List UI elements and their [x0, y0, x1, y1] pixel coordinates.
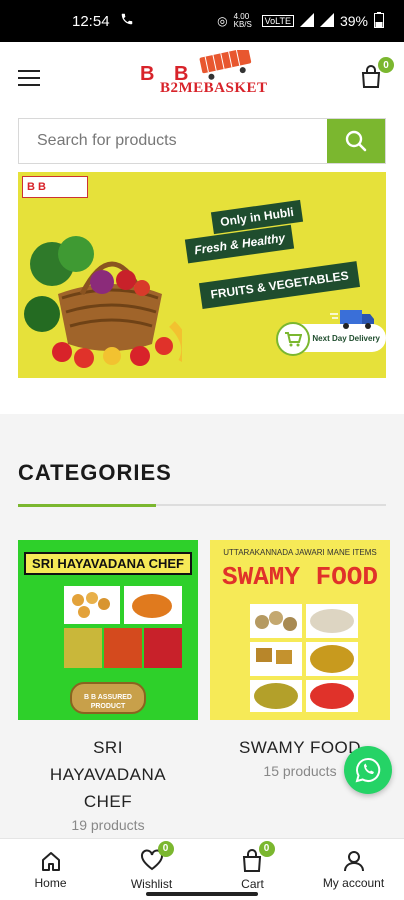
- whatsapp-icon: [355, 757, 381, 783]
- categories-heading: CATEGORIES: [18, 460, 172, 485]
- nav-cart-label: Cart: [241, 876, 264, 891]
- search-bar: [18, 118, 386, 164]
- volte-icon: VoLTE: [261, 15, 294, 27]
- nav-home-label: Home: [34, 875, 67, 890]
- vegetable-basket-image: [24, 236, 182, 368]
- signal-icon: [299, 12, 314, 30]
- hamburger-menu-icon[interactable]: [18, 70, 40, 86]
- system-home-indicator[interactable]: [146, 892, 258, 896]
- wishlist-badge: 0: [157, 840, 174, 857]
- nav-account[interactable]: My account: [303, 839, 404, 900]
- whatsapp-chat-button[interactable]: [344, 746, 392, 794]
- category-product-count: 19 products: [71, 817, 145, 833]
- category-image-title: SWAMY FOOD: [221, 562, 379, 592]
- status-bar: 12:54 ◎ 4.00 KB/S VoLTE 39%: [0, 0, 404, 42]
- delivery-cart-icon: [276, 322, 310, 356]
- svg-text:B: B: [140, 63, 154, 85]
- hotspot-icon: ◎: [217, 14, 228, 28]
- banner-brand-tag: B B: [22, 176, 88, 198]
- nav-account-label: My account: [322, 875, 385, 890]
- home-icon: [41, 851, 60, 871]
- app-header: B B B2MEBASKET 0: [0, 42, 404, 114]
- category-name[interactable]: SRI HAYAVADANA CHEF: [18, 734, 198, 815]
- logo-text: B2MEBASKET: [160, 80, 268, 96]
- nav-cart[interactable]: 0 Cart: [202, 839, 303, 900]
- header-cart-button[interactable]: 0: [360, 57, 394, 91]
- phone-icon: [120, 12, 134, 30]
- category-image-title: SRI HAYAVADANA CHEF: [24, 552, 192, 575]
- category-card-sri-hayavadana-chef[interactable]: SRI HAYAVADANA CHEF B B ASSURED PRODUCT …: [18, 540, 198, 833]
- food-products-image: [250, 604, 358, 712]
- user-icon: [343, 850, 364, 871]
- status-time: 12:54: [72, 12, 110, 30]
- battery-level: 39%: [339, 13, 368, 29]
- signal-icon-2: [319, 12, 334, 30]
- category-image-subtitle: UTTARAKANNADA JAWARI MANE ITEMS: [223, 548, 377, 557]
- battery-icon: [374, 11, 384, 31]
- cart-badge: 0: [258, 840, 275, 857]
- category-image-sri-hayavadana-chef[interactable]: SRI HAYAVADANA CHEF B B ASSURED PRODUCT: [18, 540, 198, 720]
- search-button[interactable]: [327, 119, 385, 163]
- nav-home[interactable]: Home: [0, 839, 101, 900]
- search-input[interactable]: [19, 119, 327, 163]
- assured-product-badge: B B ASSURED PRODUCT: [70, 682, 146, 714]
- delivery-truck-icon: [330, 310, 374, 329]
- header-cart-badge: 0: [378, 57, 394, 73]
- nav-wishlist[interactable]: 0 Wishlist: [101, 839, 202, 900]
- categories-section: CATEGORIES SRI HAYAVADANA CHEF B B ASSUR…: [0, 414, 404, 884]
- bottom-navigation: Home 0 Wishlist 0 Cart My account: [0, 838, 404, 900]
- search-icon: [345, 130, 367, 152]
- banner-fruits-label: FRUITS & VEGETABLES: [198, 261, 361, 309]
- food-products-image: [64, 586, 182, 668]
- category-image-swamy-food[interactable]: UTTARAKANNADA JAWARI MANE ITEMS SWAMY FO…: [210, 540, 390, 720]
- net-speed: 4.00 KB/S: [233, 12, 252, 29]
- promo-banner[interactable]: B B Only in Hubli Fresh & Healthy FRUITS…: [18, 172, 386, 378]
- brand-logo[interactable]: B B B2MEBASKET: [138, 47, 273, 102]
- nav-wishlist-label: Wishlist: [130, 876, 173, 891]
- categories-divider: [18, 504, 386, 507]
